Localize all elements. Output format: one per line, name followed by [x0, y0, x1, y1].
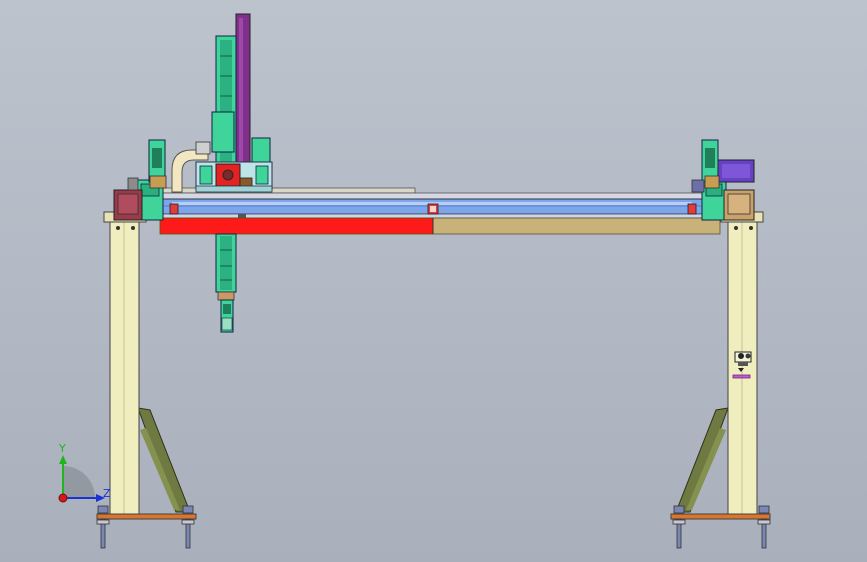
left-brace — [137, 407, 191, 513]
y-axis-label: Y — [58, 442, 66, 455]
x-axis-beam — [151, 187, 721, 235]
z-axis-label: Z — [103, 487, 111, 500]
right-brace — [675, 407, 729, 513]
right-leg-assembly — [670, 211, 771, 549]
triad-origin — [58, 493, 68, 503]
left-end-assembly — [113, 139, 167, 221]
left-base-plate — [96, 513, 197, 520]
left-leg-assembly — [96, 211, 197, 549]
beam-red-section — [159, 217, 434, 235]
triad-quarter-disc — [63, 466, 95, 498]
gantry-drawing[interactable]: Y Z — [0, 0, 867, 562]
z-axis-carriage — [171, 13, 273, 333]
right-base-plate — [670, 513, 771, 520]
cad-viewport[interactable]: Y Z — [0, 0, 867, 562]
beam-tan-section — [432, 217, 721, 235]
axis-triad: Y Z — [58, 442, 111, 503]
